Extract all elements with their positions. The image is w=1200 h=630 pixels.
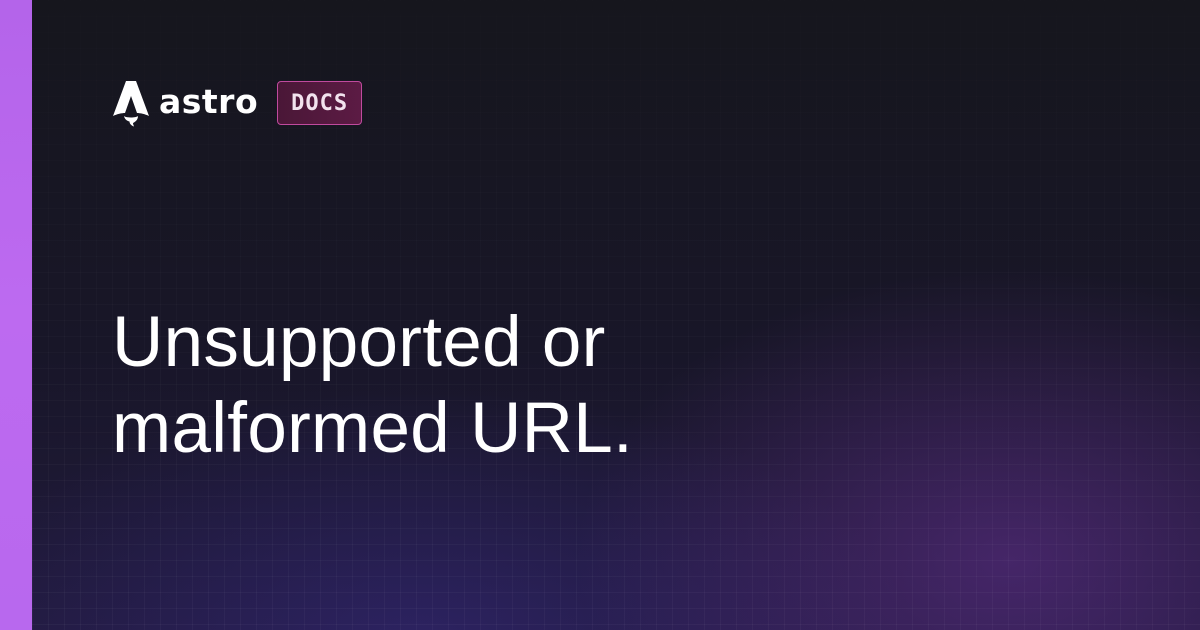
page-title: Unsupported or malformed URL. <box>112 300 1012 472</box>
accent-bar <box>0 0 32 630</box>
astro-rocket-icon <box>113 81 149 127</box>
title-line-2: malformed URL. <box>112 389 634 468</box>
docs-badge: DOCS <box>277 81 363 125</box>
header: astro DOCS <box>112 79 363 127</box>
title-line-1: Unsupported or <box>112 303 606 382</box>
og-card: astro DOCS Unsupported or malformed URL. <box>0 0 1200 630</box>
astro-wordmark: astro <box>159 81 259 121</box>
astro-logo[interactable]: astro <box>112 79 258 127</box>
